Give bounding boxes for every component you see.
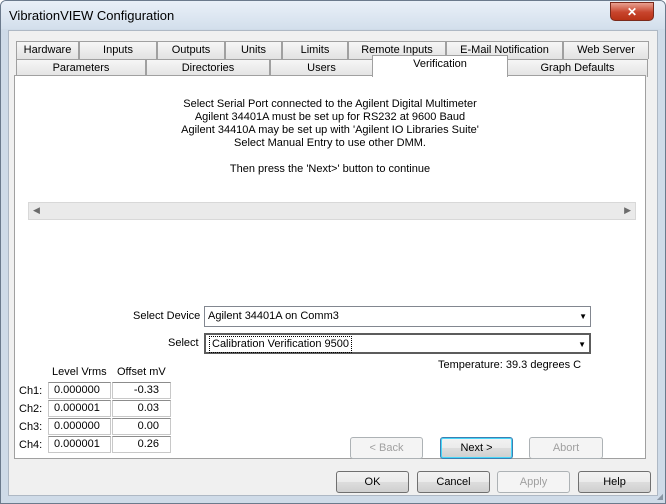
instruction-line-5: Then press the 'Next>' button to continu…	[229, 163, 431, 175]
apply-button[interactable]: Apply	[497, 471, 570, 493]
ok-button[interactable]: OK	[336, 471, 409, 493]
ch2-level-field[interactable]: 0.000001	[48, 400, 111, 417]
tab-units[interactable]: Units	[225, 41, 282, 59]
close-icon: ✕	[626, 4, 638, 19]
ch1-level-field[interactable]: 0.000000	[48, 382, 111, 399]
scroll-right-icon[interactable]: ▶	[624, 205, 631, 216]
ch3-offset-field[interactable]: 0.00	[112, 418, 171, 435]
tab-outputs[interactable]: Outputs	[157, 41, 225, 59]
ch4-level-field[interactable]: 0.000001	[48, 436, 111, 453]
ch1-label: Ch1:	[19, 385, 43, 397]
select-device-combo[interactable]: Agilent 34401A on Comm3 ▼	[204, 306, 591, 327]
tab-hardware[interactable]: Hardware	[16, 41, 79, 59]
next-button[interactable]: Next >	[440, 437, 513, 459]
chevron-down-icon: ▼	[579, 312, 587, 321]
tab-verification[interactable]: Verification	[372, 55, 508, 77]
abort-button[interactable]: Abort	[529, 437, 603, 459]
ch1-offset-field[interactable]: -0.33	[112, 382, 171, 399]
instruction-line-2: Agilent 34401A must be set up for RS232 …	[194, 111, 466, 123]
offset-mv-header: Offset mV	[117, 366, 166, 378]
window-title: VibrationVIEW Configuration	[9, 8, 175, 23]
tab-inputs[interactable]: Inputs	[79, 41, 157, 59]
ch2-offset-field[interactable]: 0.03	[112, 400, 171, 417]
resize-grip-icon[interactable]: ◢	[657, 492, 663, 501]
instruction-line-4: Select Manual Entry to use other DMM.	[234, 137, 426, 149]
instruction-line-3: Agilent 34410A may be set up with 'Agile…	[181, 124, 479, 136]
ch4-offset-field[interactable]: 0.26	[112, 436, 171, 453]
tab-web-server[interactable]: Web Server	[563, 41, 649, 59]
horizontal-scrollbar[interactable]: ◀ ▶	[28, 202, 636, 220]
instruction-line-1: Select Serial Port connected to the Agil…	[183, 98, 477, 110]
cancel-button[interactable]: Cancel	[417, 471, 490, 493]
select-device-value: Agilent 34401A on Comm3	[208, 310, 339, 322]
help-button[interactable]: Help	[578, 471, 651, 493]
select-device-label: Select Device	[133, 310, 201, 322]
temperature-readout: Temperature: 39.3 degrees C	[438, 359, 582, 371]
select-test-value: Calibration Verification 9500	[209, 336, 352, 353]
close-button[interactable]: ✕	[610, 2, 654, 21]
select-label: Select	[168, 337, 199, 349]
ch4-label: Ch4:	[19, 439, 43, 451]
level-vrms-header: Level Vrms	[52, 366, 107, 378]
tab-limits[interactable]: Limits	[282, 41, 348, 59]
chevron-down-icon: ▼	[578, 340, 586, 349]
back-button[interactable]: < Back	[350, 437, 423, 459]
title-bar[interactable]: VibrationVIEW Configuration ✕	[1, 1, 665, 29]
config-window: VibrationVIEW Configuration ✕ Hardware I…	[0, 0, 666, 504]
ch3-level-field[interactable]: 0.000000	[48, 418, 111, 435]
select-test-combo[interactable]: Calibration Verification 9500 ▼	[204, 333, 591, 354]
scroll-left-icon[interactable]: ◀	[33, 205, 40, 216]
ch3-label: Ch3:	[19, 421, 43, 433]
ch2-label: Ch2:	[19, 403, 43, 415]
